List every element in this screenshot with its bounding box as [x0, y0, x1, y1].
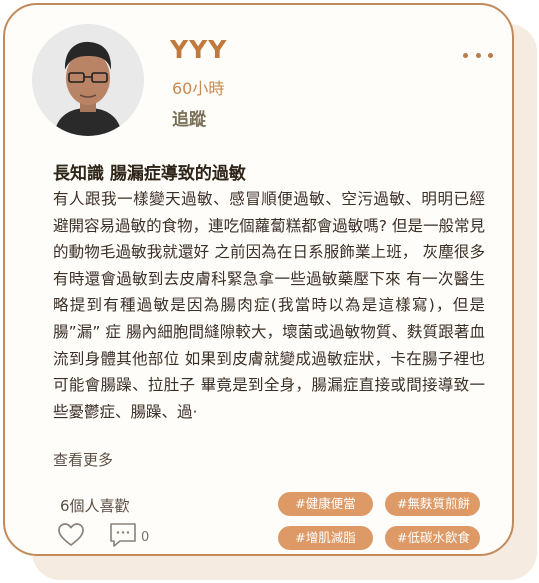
post-title: 長知識 腸漏症導致的過敏: [53, 164, 246, 184]
more-dots-icon: [488, 52, 493, 58]
more-options-button[interactable]: [463, 47, 493, 63]
username[interactable]: YYY: [170, 35, 227, 64]
post-card: YYY 60小時 追蹤 長知識 腸漏症導致的過敏 有人跟我一樣變天過敏、感冒順便…: [3, 3, 514, 556]
hashtag[interactable]: #增肌減脂: [278, 526, 373, 550]
post-timestamp: 60小時: [172, 79, 225, 98]
comment-button[interactable]: [108, 521, 138, 553]
post-body: 有人跟我一樣變天過敏、感冒順便過敏、空污過敏、明明已經避開容易過敏的食物，連吃個…: [53, 190, 485, 421]
avatar[interactable]: [32, 24, 144, 136]
heart-icon: [58, 523, 84, 546]
comment-icon: [110, 523, 136, 547]
more-dots-icon: [463, 52, 468, 58]
avatar-portrait: [32, 24, 144, 136]
see-more-link[interactable]: 查看更多: [53, 449, 113, 470]
comment-count: 0: [141, 530, 150, 545]
hashtag[interactable]: #低碳水飲食: [385, 526, 480, 550]
hashtag[interactable]: #健康便當: [278, 492, 373, 516]
likes-count[interactable]: 6個人喜歡: [60, 495, 130, 516]
like-button[interactable]: [57, 522, 85, 552]
follow-button[interactable]: 追蹤: [172, 105, 206, 130]
more-dots-icon: [475, 52, 481, 58]
hashtag[interactable]: #無麩質煎餅: [385, 492, 480, 516]
